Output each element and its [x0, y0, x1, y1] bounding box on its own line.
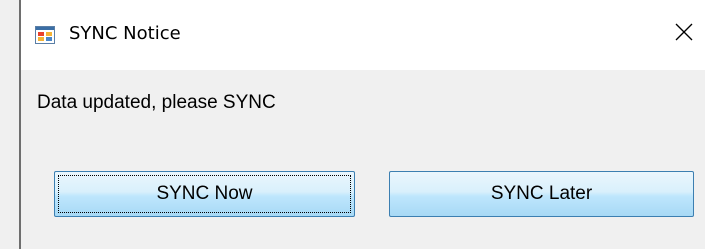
sync-later-button[interactable]: SYNC Later — [389, 171, 694, 217]
sync-later-label: SYNC Later — [490, 183, 593, 204]
close-button[interactable] — [663, 12, 705, 56]
app-icon — [35, 26, 55, 44]
sync-notice-dialog: SYNC Notice Data updated, please SYNC SY… — [0, 0, 705, 249]
dialog-body: Data updated, please SYNC SYNC Now SYNC … — [21, 70, 705, 249]
sync-now-button[interactable]: SYNC Now — [54, 171, 355, 217]
title-bar[interactable]: SYNC Notice — [21, 0, 705, 70]
window-title: SYNC Notice — [69, 23, 181, 44]
close-icon — [675, 23, 693, 46]
sync-now-label: SYNC Now — [156, 183, 253, 204]
notice-message: Data updated, please SYNC — [37, 92, 276, 113]
